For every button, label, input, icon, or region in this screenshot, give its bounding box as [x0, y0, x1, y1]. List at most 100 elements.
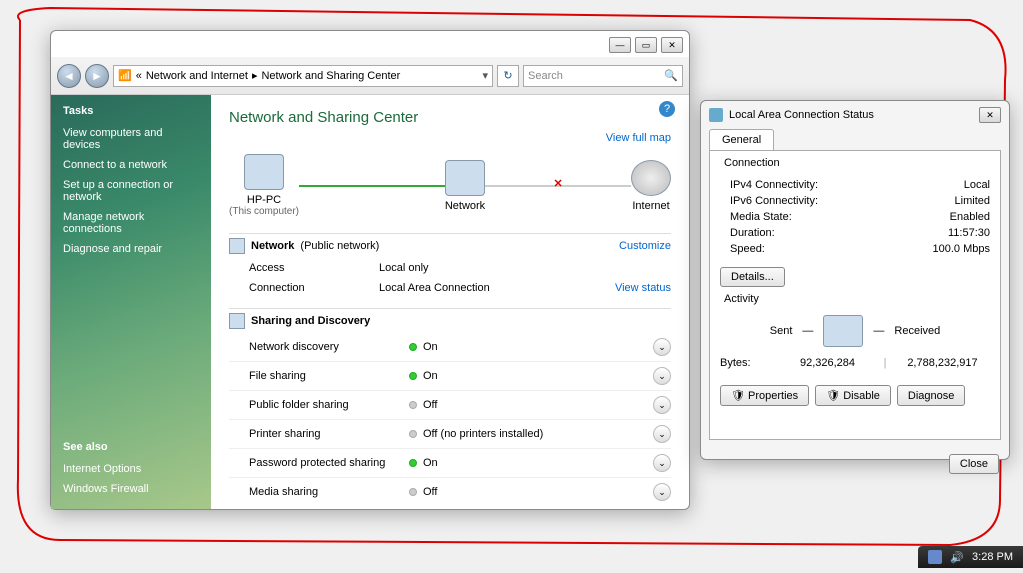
- connection-info-row: IPv4 Connectivity:Local: [730, 177, 990, 193]
- sharing-label: Network discovery: [249, 341, 409, 353]
- close-dialog-button[interactable]: Close: [949, 454, 999, 474]
- node-internet[interactable]: Internet: [631, 160, 671, 212]
- activity-section-label: Activity: [720, 293, 763, 305]
- status-dot-icon: [409, 459, 417, 467]
- expand-button[interactable]: ⌄: [653, 396, 671, 414]
- connection-icon: [709, 108, 723, 122]
- tasks-sidebar: Tasks View computers and devices Connect…: [51, 95, 211, 509]
- forward-button[interactable]: ►: [85, 64, 109, 88]
- network-sharing-window: — ▭ ✕ ◄ ► 📶 « Network and Internet ▸ Net…: [50, 30, 690, 510]
- page-title: Network and Sharing Center: [229, 109, 671, 126]
- back-button[interactable]: ◄: [57, 64, 81, 88]
- globe-icon: [631, 160, 671, 196]
- status-dot-icon: [409, 488, 417, 496]
- search-placeholder: Search: [528, 70, 563, 82]
- access-label: Access: [249, 262, 379, 274]
- sharing-state: Off (no printers installed): [423, 428, 543, 440]
- sharing-row: Network discoveryOn⌄: [229, 333, 671, 361]
- expand-button[interactable]: ⌄: [653, 338, 671, 356]
- sidebar-link-setup[interactable]: Set up a connection or network: [63, 175, 199, 207]
- sharing-state: Off: [423, 399, 437, 411]
- search-input[interactable]: Search 🔍: [523, 65, 683, 87]
- dash-icon: —: [802, 325, 813, 337]
- separator: |: [875, 357, 895, 369]
- expand-button[interactable]: ⌄: [653, 367, 671, 385]
- chevron-right-icon: ▸: [252, 69, 258, 82]
- computer-icon: [823, 315, 863, 347]
- sharing-label: Public folder sharing: [249, 399, 409, 411]
- connection-section-label: Connection: [720, 157, 784, 169]
- network-tray-icon[interactable]: [928, 550, 942, 564]
- sharing-label: Password protected sharing: [249, 457, 409, 469]
- properties-button[interactable]: 🛡 Properties: [720, 385, 809, 406]
- network-type: (Public network): [300, 240, 379, 252]
- info-value: Enabled: [950, 211, 990, 223]
- disable-button[interactable]: 🛡 Disable: [815, 385, 891, 406]
- dropdown-icon[interactable]: ▾: [482, 69, 488, 82]
- volume-icon[interactable]: 🔊: [950, 551, 964, 564]
- sidebar-link-manage[interactable]: Manage network connections: [63, 207, 199, 239]
- received-label: Received: [894, 325, 940, 337]
- expand-button[interactable]: ⌄: [653, 425, 671, 443]
- sidebar-link-windows-firewall[interactable]: Windows Firewall: [63, 479, 199, 499]
- sharing-row: File sharingOn⌄: [229, 361, 671, 390]
- tasks-title: Tasks: [63, 105, 199, 117]
- info-value: 100.0 Mbps: [933, 243, 990, 255]
- minimize-button[interactable]: —: [609, 37, 631, 53]
- sharing-label: Media sharing: [249, 486, 409, 498]
- connection-info-row: Speed:100.0 Mbps: [730, 241, 990, 257]
- network-map: HP-PC (This computer) Network Internet: [229, 154, 671, 217]
- breadcrumb[interactable]: 📶 « Network and Internet ▸ Network and S…: [113, 65, 493, 87]
- sidebar-link-connect[interactable]: Connect to a network: [63, 155, 199, 175]
- info-key: Media State:: [730, 211, 950, 223]
- sharing-row: Password protected sharingOn⌄: [229, 448, 671, 477]
- search-icon: 🔍: [664, 69, 678, 82]
- sidebar-link-internet-options[interactable]: Internet Options: [63, 459, 199, 479]
- dash-icon: —: [873, 325, 884, 337]
- status-dot-icon: [409, 372, 417, 380]
- node-network[interactable]: Network: [445, 160, 485, 212]
- sidebar-link-view-computers[interactable]: View computers and devices: [63, 123, 199, 155]
- info-value: Local: [964, 179, 990, 191]
- breadcrumb-root[interactable]: «: [136, 70, 142, 82]
- pc-sub: (This computer): [229, 206, 299, 217]
- sharing-row: Media sharingOff⌄: [229, 477, 671, 506]
- info-key: Speed:: [730, 243, 933, 255]
- status-dot-icon: [409, 401, 417, 409]
- info-value: Limited: [955, 195, 990, 207]
- people-icon: [229, 313, 245, 329]
- link-network-internet-broken: [485, 185, 631, 187]
- expand-button[interactable]: ⌄: [653, 483, 671, 501]
- info-value: 11:57:30: [948, 227, 990, 239]
- expand-button[interactable]: ⌄: [653, 454, 671, 472]
- view-status-link[interactable]: View status: [615, 282, 671, 294]
- breadcrumb-l1[interactable]: Network and Internet: [146, 70, 248, 82]
- maximize-button[interactable]: ▭: [635, 37, 657, 53]
- clock[interactable]: 3:28 PM: [972, 551, 1013, 563]
- tab-general[interactable]: General: [709, 129, 774, 150]
- bytes-received-value: 2,788,232,917: [895, 357, 990, 369]
- refresh-button[interactable]: ↻: [497, 65, 519, 87]
- sharing-row: Printer sharingOff (no printers installe…: [229, 419, 671, 448]
- network-name: Network: [251, 240, 294, 252]
- taskbar-tray: 🔊 3:28 PM: [918, 546, 1023, 568]
- close-button[interactable]: ✕: [661, 37, 683, 53]
- sharing-state: On: [423, 370, 438, 382]
- details-button[interactable]: Details...: [720, 267, 785, 287]
- link-pc-network: [299, 185, 445, 187]
- connection-info-row: Media State:Enabled: [730, 209, 990, 225]
- bytes-label: Bytes:: [720, 357, 780, 369]
- view-full-map-link[interactable]: View full map: [229, 132, 671, 144]
- breadcrumb-l2[interactable]: Network and Sharing Center: [261, 70, 400, 82]
- customize-link[interactable]: Customize: [619, 240, 671, 252]
- network-label: Network: [445, 200, 485, 212]
- node-this-pc[interactable]: HP-PC (This computer): [229, 154, 299, 217]
- access-value: Local only: [379, 262, 671, 274]
- dialog-title: Local Area Connection Status: [729, 109, 874, 121]
- close-button[interactable]: ✕: [979, 107, 1001, 123]
- sharing-row: Public folder sharing Off ⌄: [229, 390, 671, 419]
- sidebar-link-diagnose[interactable]: Diagnose and repair: [63, 239, 199, 259]
- diagnose-button[interactable]: Diagnose: [897, 385, 965, 406]
- breadcrumb-icon: 📶: [118, 69, 132, 82]
- help-icon[interactable]: ?: [659, 101, 675, 117]
